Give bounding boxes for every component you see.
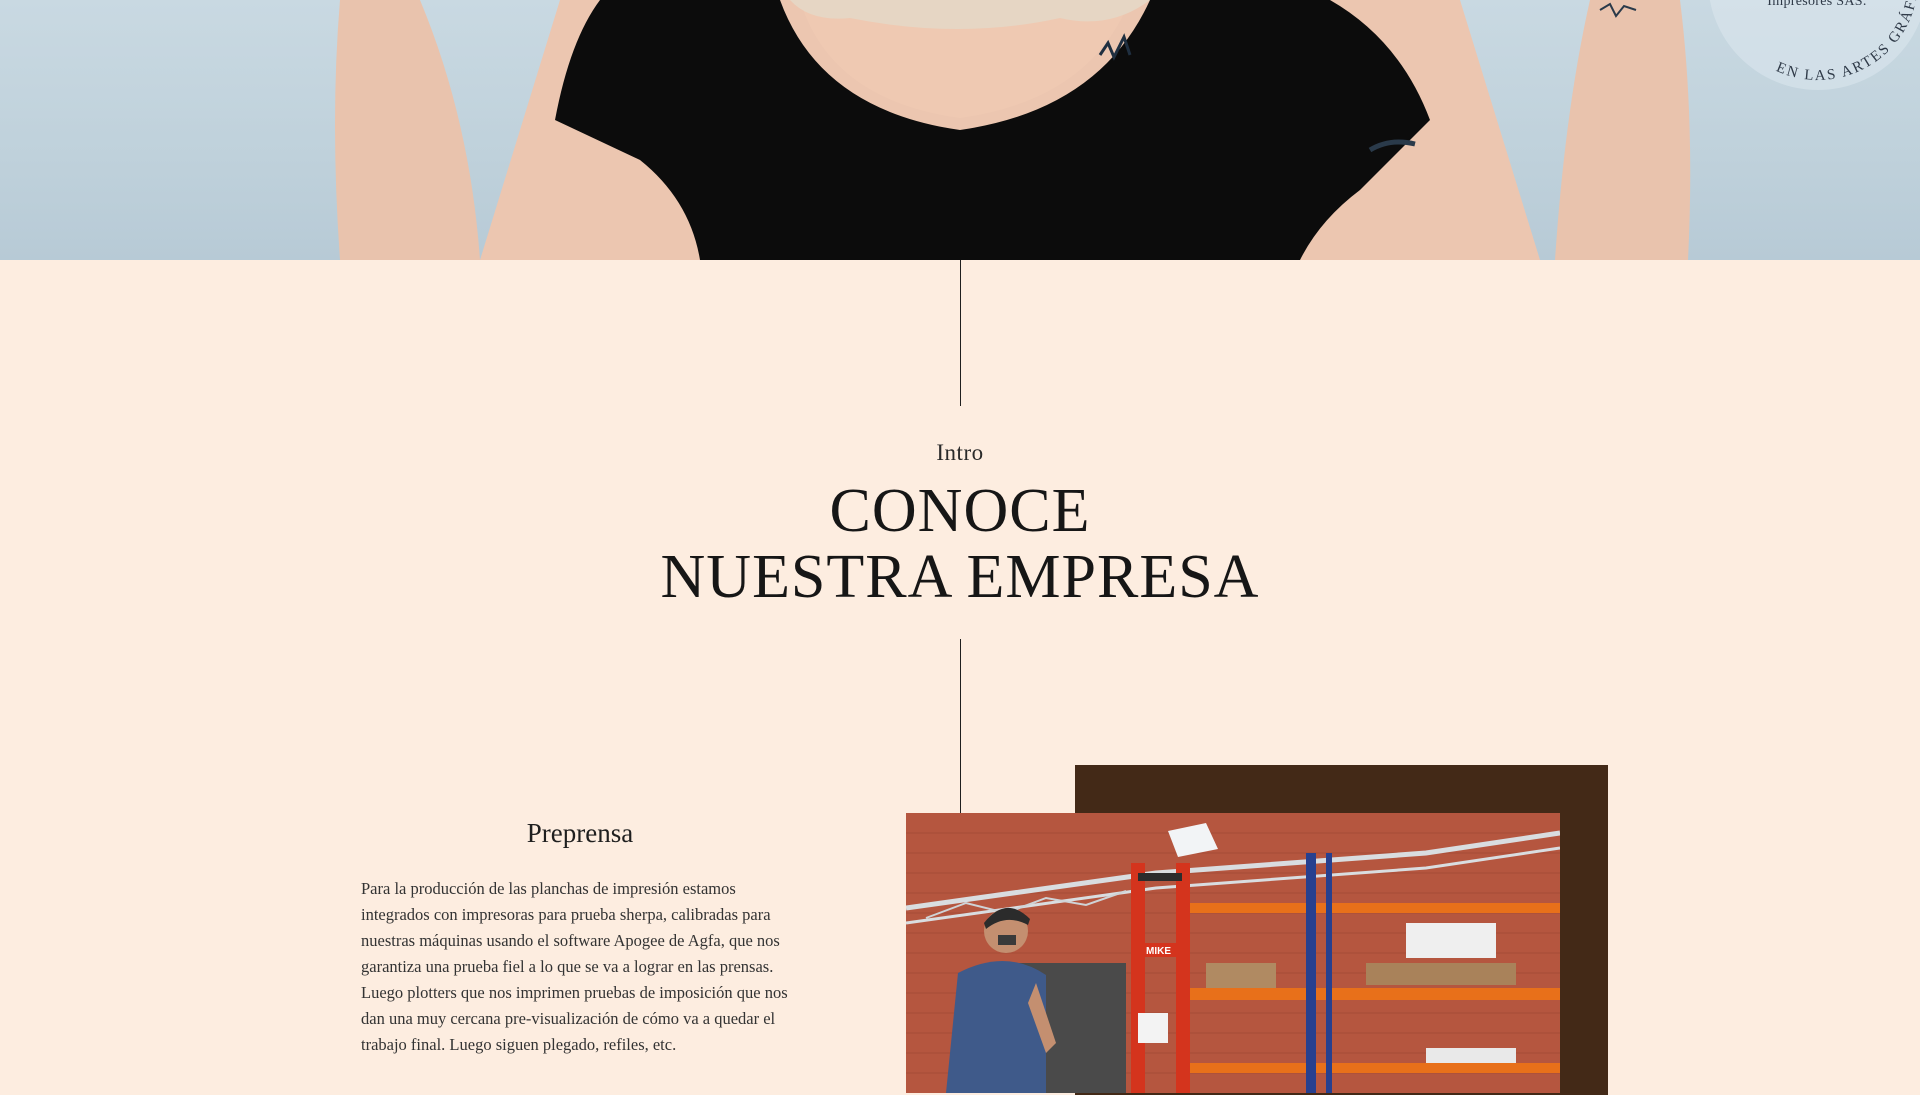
badge-caption: Impresores SAS. [1767, 0, 1867, 9]
intro-label: Intro [936, 440, 984, 465]
intro-title-line-2: NUESTRA EMPRESA [660, 543, 1260, 611]
intro-title-line-1: CONOCE [829, 477, 1091, 545]
vertical-divider-top [960, 260, 961, 406]
hero-image: EN LAS ARTES GRÁFICAS DESDE 1987 · Impre… [0, 0, 1920, 260]
forklift-label: MIKE [1146, 946, 1171, 957]
intro-title: CONOCE NUESTRA EMPRESA [0, 478, 1920, 610]
hero-person-illustration: EN LAS ARTES GRÁFICAS DESDE 1987 · [335, 0, 1920, 260]
warehouse-scene: MIKE [906, 813, 1560, 1093]
prepress-title: Preprensa [526, 818, 634, 848]
vertical-divider-middle [960, 639, 961, 813]
warehouse-photo: MIKE [906, 813, 1560, 1093]
prepress-description: Para la producción de las planchas de im… [361, 879, 788, 1054]
